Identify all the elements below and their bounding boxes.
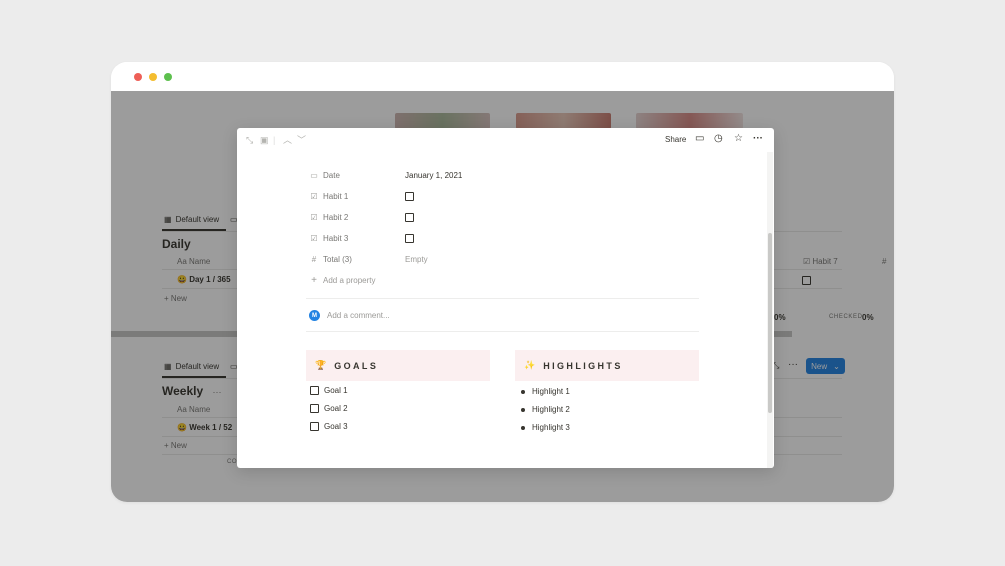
open-full-page-icon[interactable]: ⤡ [246,135,253,145]
property-row-date[interactable]: ▭ Date January 1, 2021 [309,168,462,182]
habit-1-checkbox[interactable] [405,191,414,201]
todo-checkbox[interactable] [310,386,319,395]
habit-3-checkbox[interactable] [405,233,414,243]
todo-item[interactable]: Goal 3 [310,422,348,431]
property-value[interactable]: January 1, 2021 [405,171,462,180]
comment-placeholder: Add a comment... [327,311,390,320]
bullet-icon [521,425,525,430]
divider [306,298,699,299]
sparkles-icon: ✨ [524,360,536,370]
window-titlebar [111,62,894,91]
list-item-label: Highlight 3 [532,423,570,432]
list-item[interactable]: Highlight 1 [521,387,570,396]
close-window-button[interactable] [134,73,142,81]
todo-item[interactable]: Goal 1 [310,386,348,395]
todo-label: Goal 1 [324,386,348,395]
property-name: Habit 2 [323,212,349,222]
property-row-habit-3[interactable]: ☑ Habit 3 [309,231,414,245]
list-item-label: Highlight 2 [532,405,570,414]
todo-label: Goal 3 [324,422,348,431]
list-item[interactable]: Highlight 3 [521,423,570,432]
property-name: Habit 1 [323,191,349,201]
property-row-habit-2[interactable]: ☑ Habit 2 [309,210,414,224]
maximize-window-button[interactable] [164,73,172,81]
number-icon: # [311,254,317,264]
peek-mode-icon[interactable]: ▣ [260,135,269,145]
next-page-icon[interactable]: ﹀ [297,135,306,145]
property-value[interactable]: Empty [405,255,428,264]
history-icon[interactable]: ◷ [714,134,723,144]
divider [306,331,699,332]
notion-page: ▦ Default view ▭ Daily Aa Name 😀 Day 1 /… [111,91,894,502]
todo-label: Goal 2 [324,404,348,413]
highlights-heading: HIGHLIGHTS [543,360,623,371]
minimize-window-button[interactable] [149,73,157,81]
favorite-star-icon[interactable]: ☆ [734,134,743,144]
highlights-callout[interactable]: ✨ HIGHLIGHTS [515,350,699,381]
list-item[interactable]: Highlight 2 [521,405,570,414]
previous-page-icon[interactable]: ︿ [283,135,292,145]
todo-checkbox[interactable] [310,404,319,413]
comment-icon[interactable]: ▭ [695,134,704,144]
page-peek-modal: ⤡ ▣ | ︿ ﹀ Share ▭ ◷ ☆ ··· ▭ Date January… [237,128,774,468]
trophy-icon: 🏆 [315,360,327,370]
bullet-icon [521,389,525,394]
property-row-total[interactable]: # Total (3) Empty [309,252,428,266]
divider: | [273,135,276,145]
add-property-label: Add a property [323,275,376,285]
plus-icon: + [311,274,317,286]
modal-toolbar: ⤡ ▣ | ︿ ﹀ Share ▭ ◷ ☆ ··· [237,128,774,152]
checkbox-icon: ☑ [310,191,318,201]
checkbox-icon: ☑ [310,233,318,243]
goals-callout[interactable]: 🏆 GOALS [306,350,490,381]
calendar-icon: ▭ [310,170,318,180]
property-name: Habit 3 [323,233,349,243]
vertical-scrollbar-thumb[interactable] [768,233,772,413]
goals-heading: GOALS [334,360,379,371]
list-item-label: Highlight 1 [532,387,570,396]
checkbox-icon: ☑ [310,212,318,222]
habit-2-checkbox[interactable] [405,212,414,222]
bullet-icon [521,407,525,412]
property-name: Date [323,170,340,180]
app-window: ▦ Default view ▭ Daily Aa Name 😀 Day 1 /… [111,62,894,502]
more-options-icon[interactable]: ··· [753,134,763,144]
add-property-button[interactable]: + Add a property [309,273,375,287]
todo-item[interactable]: Goal 2 [310,404,348,413]
comment-input[interactable]: M Add a comment... [309,310,390,321]
share-button[interactable]: Share [665,135,686,144]
todo-checkbox[interactable] [310,422,319,431]
avatar: M [309,310,320,321]
property-row-habit-1[interactable]: ☑ Habit 1 [309,189,414,203]
property-name: Total (3) [323,254,352,264]
